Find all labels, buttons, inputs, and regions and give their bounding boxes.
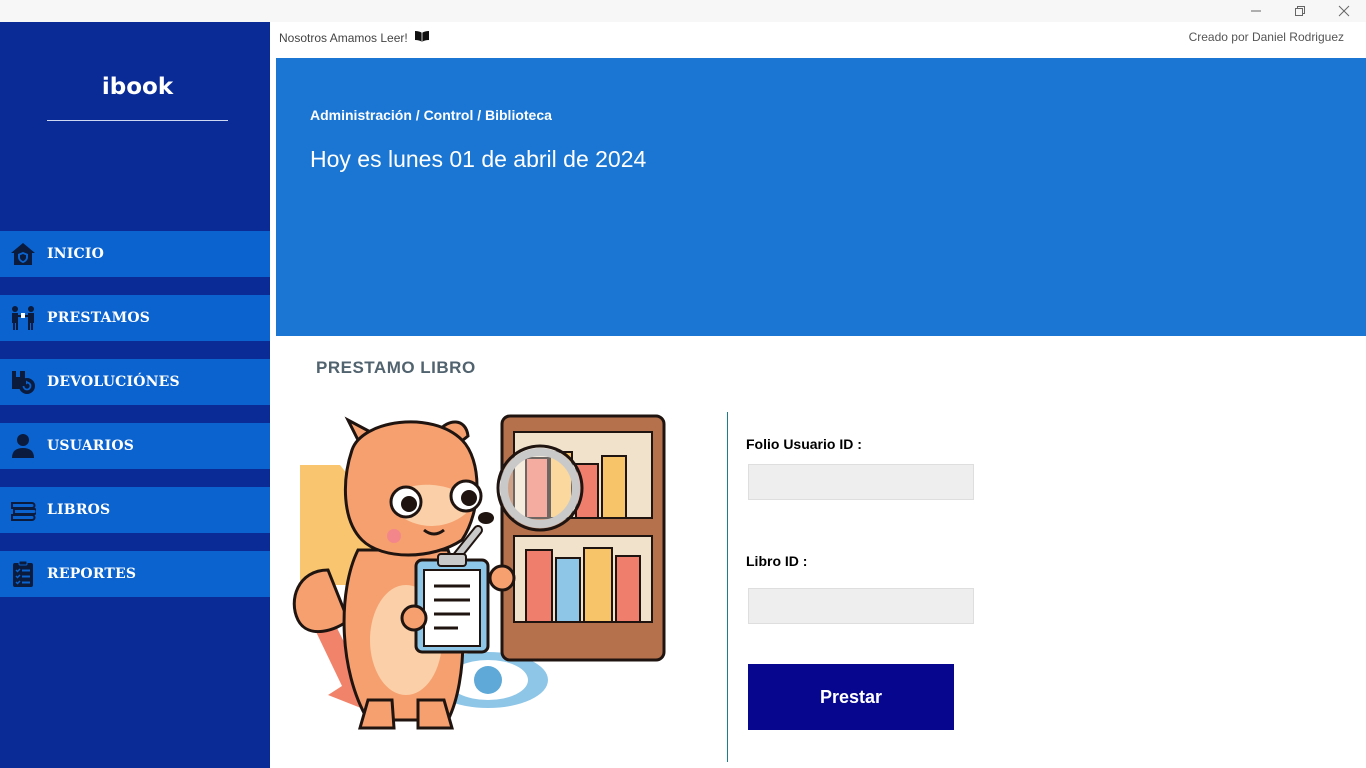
close-icon[interactable] — [1322, 0, 1366, 22]
folio-usuario-input[interactable] — [748, 464, 974, 500]
breadcrumb: Administración / Control / Biblioteca — [310, 107, 552, 123]
libro-id-label: Libro ID : — [746, 553, 808, 569]
sidebar-item-reportes[interactable]: REPORTES — [0, 551, 270, 597]
restore-icon[interactable] — [1278, 0, 1322, 22]
sidebar-item-label: USUARIOS — [47, 438, 135, 454]
sidebar: ibook INICIO PRESTAMOS DEVOLUCIÓNES USUA… — [0, 22, 270, 768]
header-banner: Administración / Control / Biblioteca Ho… — [276, 58, 1366, 336]
books-icon — [9, 496, 37, 524]
minimize-icon[interactable] — [1234, 0, 1278, 22]
sidebar-item-inicio[interactable]: INICIO — [0, 231, 270, 277]
sidebar-item-devoluciones[interactable]: DEVOLUCIÓNES — [0, 359, 270, 405]
sidebar-item-prestamos[interactable]: PRESTAMOS — [0, 295, 270, 341]
tagline-text: Nosotros Amamos Leer! — [279, 31, 408, 45]
page-title: PRESTAMO LIBRO — [316, 358, 476, 377]
sidebar-item-label: PRESTAMOS — [47, 310, 151, 326]
vertical-divider — [727, 412, 728, 762]
home-icon — [9, 240, 37, 268]
return-icon — [9, 368, 37, 396]
prestar-button[interactable]: Prestar — [748, 664, 954, 730]
window-titlebar — [0, 0, 1366, 22]
sidebar-item-usuarios[interactable]: USUARIOS — [0, 423, 270, 469]
handover-icon — [9, 304, 37, 332]
libro-id-input[interactable] — [748, 588, 974, 624]
folio-usuario-label: Folio Usuario ID : — [746, 436, 862, 452]
author-credit: Creado por Daniel Rodriguez — [1188, 30, 1344, 44]
sidebar-item-libros[interactable]: LIBROS — [0, 487, 270, 533]
user-icon — [9, 432, 37, 460]
clipboard-report-icon — [9, 560, 37, 588]
logo-divider — [47, 120, 228, 121]
tagline: Nosotros Amamos Leer! — [279, 30, 430, 46]
top-strip: Nosotros Amamos Leer! Creado por Daniel … — [276, 22, 1366, 58]
fox-library-illustration — [292, 414, 666, 730]
app-logo: ibook — [101, 74, 174, 100]
sidebar-item-label: LIBROS — [47, 502, 111, 518]
sidebar-item-label: REPORTES — [47, 566, 137, 582]
current-date: Hoy es lunes 01 de abril de 2024 — [310, 146, 647, 172]
open-book-icon — [414, 30, 430, 46]
sidebar-item-label: DEVOLUCIÓNES — [47, 374, 180, 390]
sidebar-item-label: INICIO — [47, 246, 104, 262]
